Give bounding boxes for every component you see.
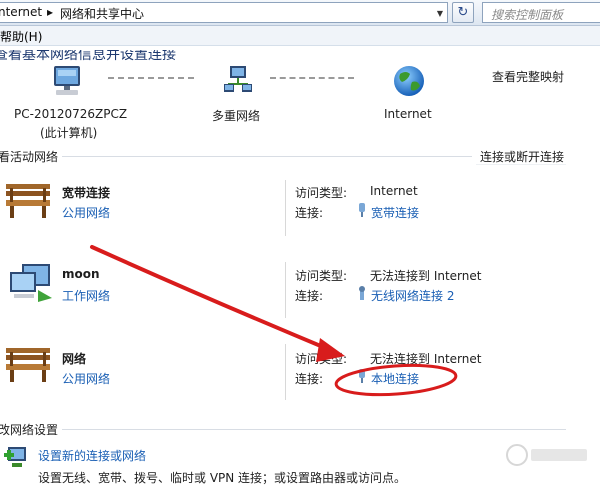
connection-label: 连接:: [295, 372, 324, 386]
address-segment-network-center[interactable]: 网络和共享中心: [60, 5, 144, 22]
node-sublabel-computer: (此计算机): [40, 126, 98, 140]
column-divider: [285, 262, 286, 318]
address-segment-internet[interactable]: nternet: [0, 5, 42, 19]
network-name: 网络: [62, 352, 87, 366]
view-full-map-link[interactable]: 查看完整映射: [492, 68, 564, 85]
refresh-icon: ↻: [457, 5, 469, 20]
access-type-label: 访问类型:: [295, 186, 348, 200]
address-separator-icon[interactable]: ▸: [47, 5, 53, 19]
network-name: moon: [62, 267, 100, 281]
address-bar: nternet ▸ 网络和共享中心 ▼ ↻ 搜索控制面板: [0, 0, 600, 26]
connection-label: 连接:: [295, 289, 324, 303]
watermark-logo: [506, 444, 587, 466]
page-title: 查看基本网络信息并设置连接: [0, 47, 176, 63]
change-settings-title: 更改网络设置: [0, 423, 59, 437]
network-type-link[interactable]: 公用网络: [62, 370, 110, 387]
network-icon: [224, 66, 252, 92]
plug-icon: [359, 369, 365, 383]
node-label-network: 多重网络: [212, 109, 261, 123]
node-label-internet: Internet: [384, 107, 432, 121]
wireless-icon: [359, 286, 365, 300]
chevron-down-icon[interactable]: ▼: [434, 6, 446, 21]
access-type-value: Internet: [370, 184, 418, 198]
section-divider: [62, 156, 472, 157]
network-type-link[interactable]: 公用网络: [62, 204, 110, 221]
connection-link[interactable]: 宽带连接: [371, 204, 419, 221]
menu-item-help[interactable]: 帮助(H): [0, 28, 42, 45]
column-divider: [285, 180, 286, 236]
network-type-link[interactable]: 工作网络: [62, 287, 110, 304]
new-connection-icon: [4, 447, 26, 467]
search-input[interactable]: 搜索控制面板: [482, 2, 600, 23]
address-input[interactable]: nternet ▸ 网络和共享中心 ▼: [0, 2, 448, 23]
map-connector: [270, 77, 354, 79]
node-label-computer: PC-20120726ZPCZ: [14, 107, 128, 121]
access-type-value: 无法连接到 Internet: [370, 352, 482, 366]
connection-label: 连接:: [295, 206, 324, 220]
setup-new-connection-link[interactable]: 设置新的连接或网络: [38, 447, 146, 464]
search-placeholder: 搜索控制面板: [491, 8, 564, 22]
section-divider: [476, 164, 566, 165]
network-name: 宽带连接: [62, 186, 111, 200]
plug-icon: [359, 203, 365, 217]
connect-disconnect-link[interactable]: 连接或断开连接: [480, 148, 564, 165]
active-networks-title: 查看活动网络: [0, 150, 59, 164]
column-divider: [285, 344, 286, 400]
bench-icon: [6, 184, 50, 218]
setup-description: 设置无线、宽带、拨号、临时或 VPN 连接；或设置路由器或访问点。: [38, 471, 407, 485]
computer-icon: [54, 66, 80, 95]
connection-link[interactable]: 本地连接: [371, 370, 419, 387]
connection-link[interactable]: 无线网络连接 2: [371, 287, 454, 304]
access-type-label: 访问类型:: [295, 352, 348, 366]
access-type-label: 访问类型:: [295, 269, 348, 283]
computers-icon: [10, 264, 52, 302]
refresh-button[interactable]: ↻: [452, 2, 474, 23]
bench-icon: [6, 348, 50, 382]
map-connector: [108, 77, 194, 79]
menu-bar: 帮助(H): [0, 26, 600, 46]
section-divider: [62, 429, 566, 430]
globe-icon: [394, 66, 424, 96]
access-type-value: 无法连接到 Internet: [370, 269, 482, 283]
